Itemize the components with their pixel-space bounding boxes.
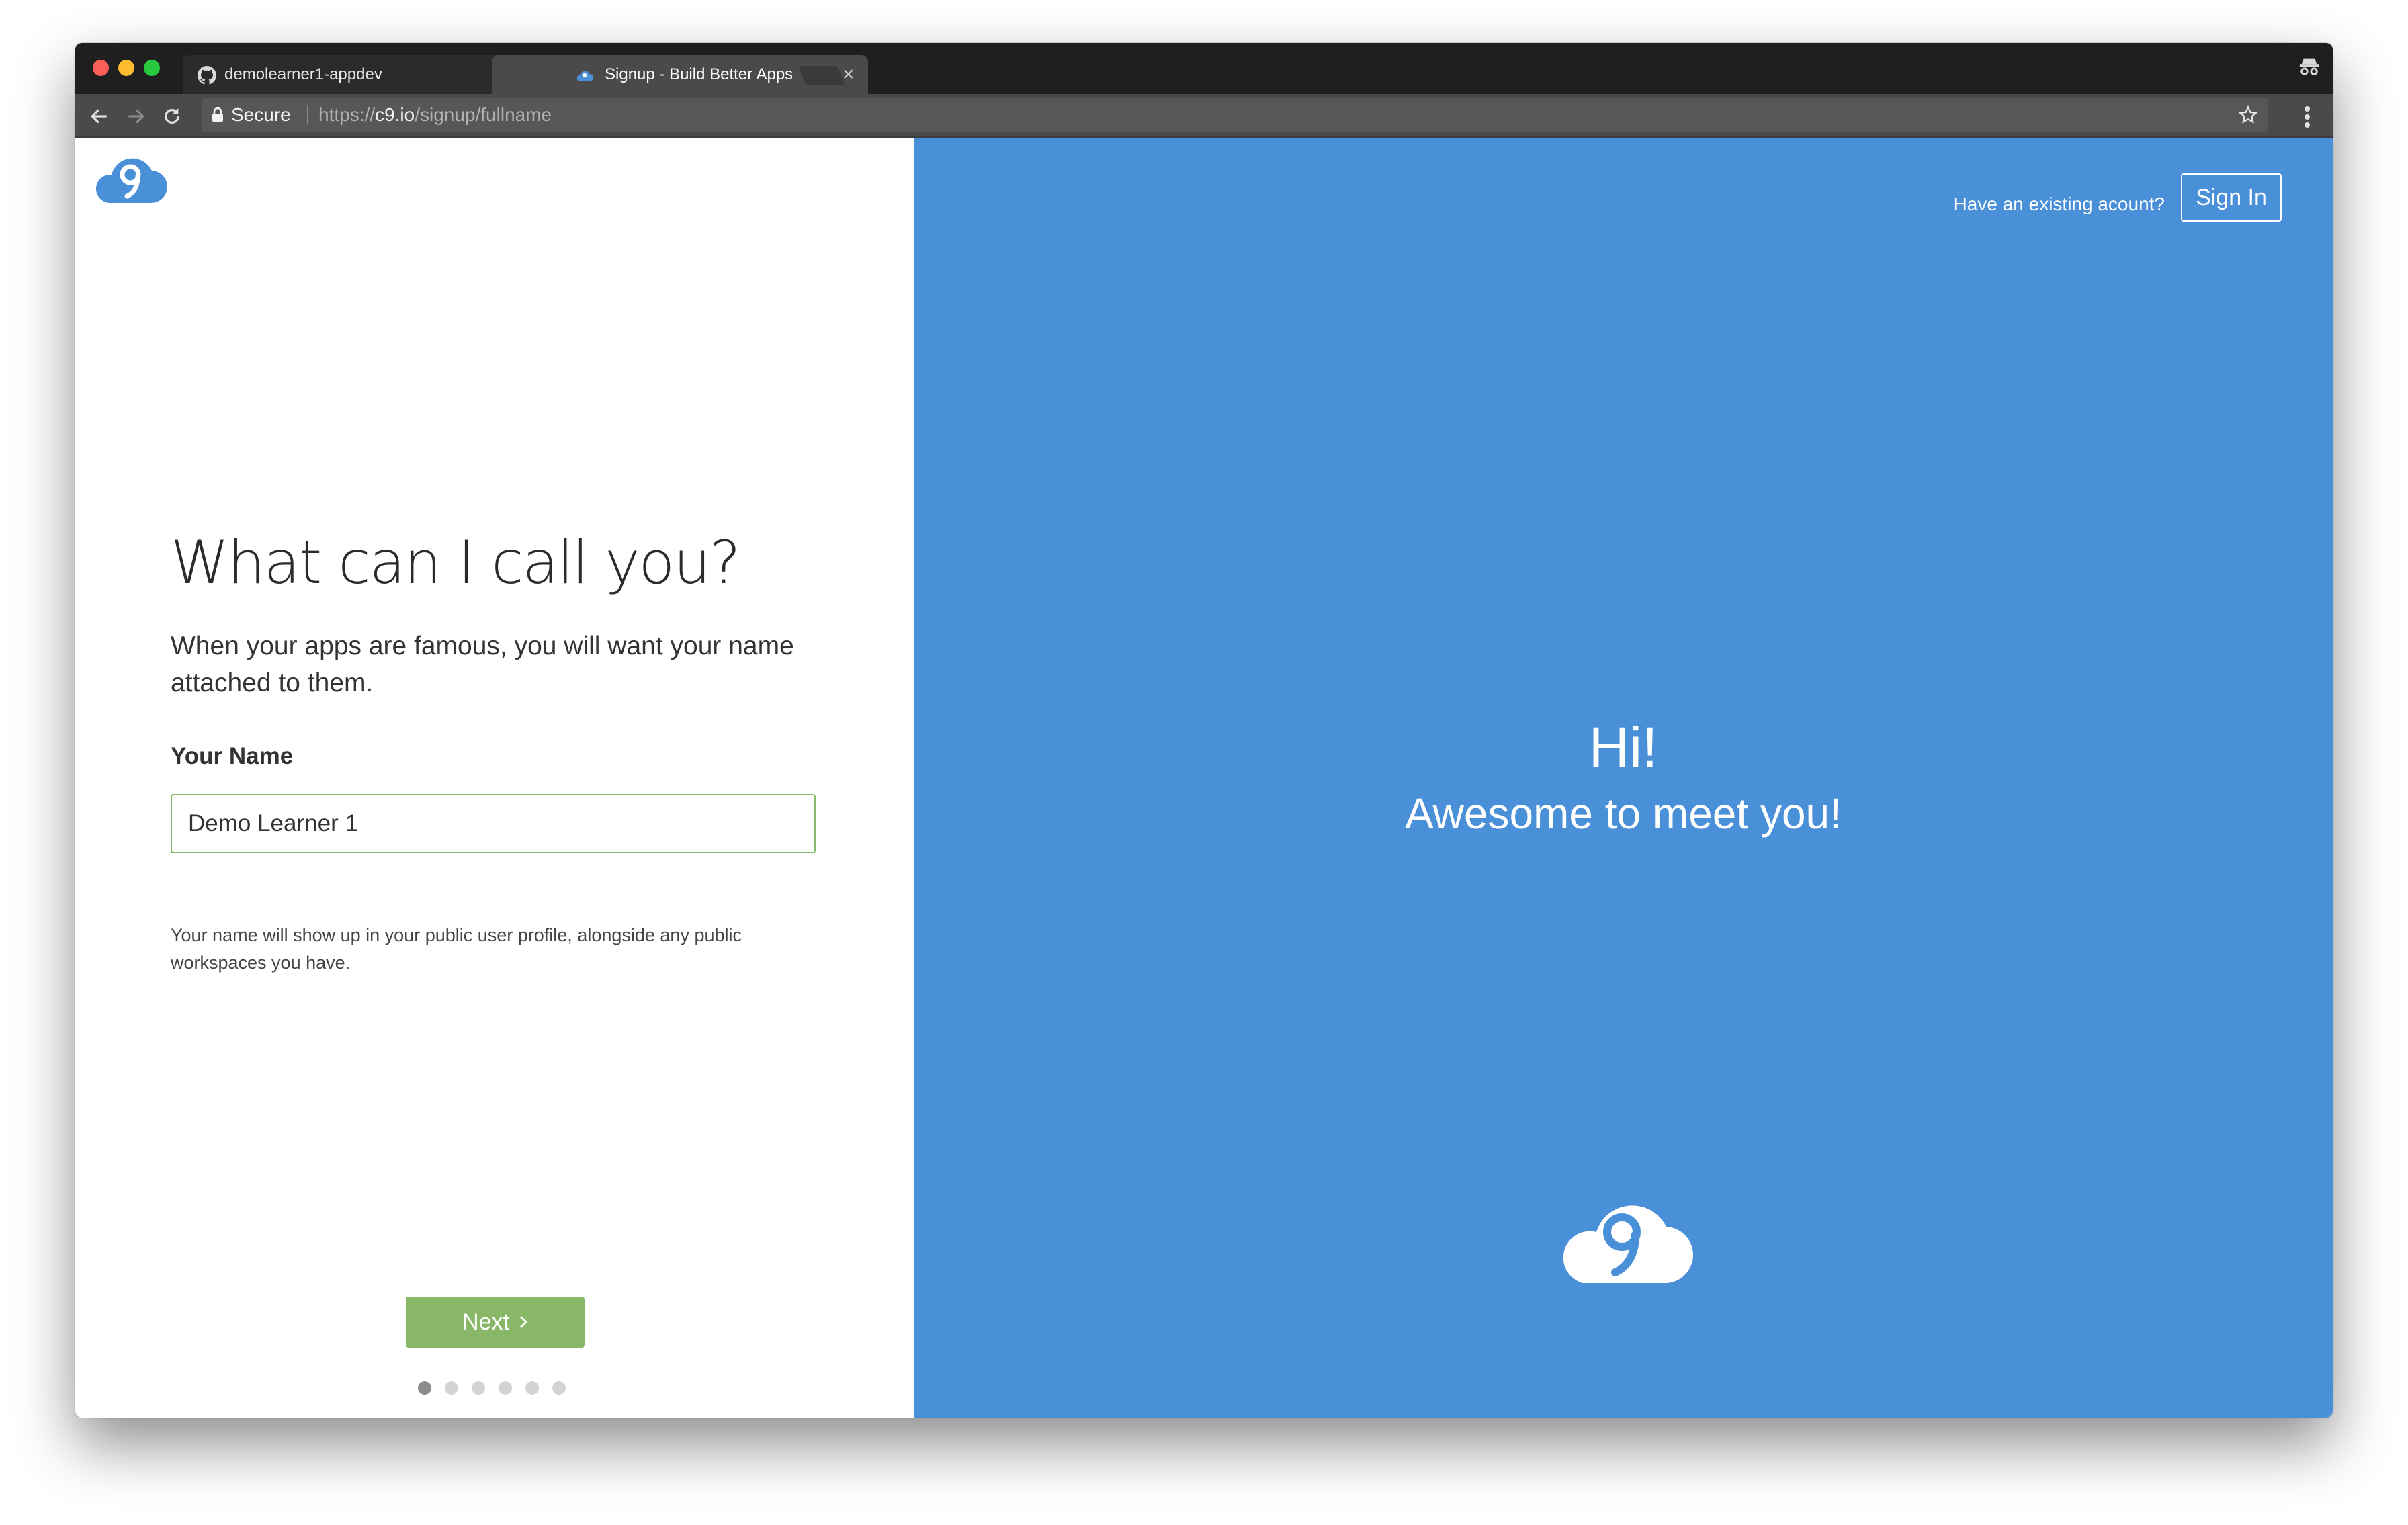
chevron-right-icon [519, 1309, 528, 1336]
cloud9-logo-white-icon [1563, 1205, 1694, 1284]
tab-title: Signup - Build Better Apps [605, 65, 793, 83]
close-window-button[interactable] [93, 60, 109, 76]
sign-in-button[interactable]: Sign In [2181, 173, 2282, 222]
new-tab-button[interactable] [798, 66, 845, 85]
address-separator [307, 105, 308, 124]
step-dot[interactable] [418, 1381, 431, 1395]
forward-icon[interactable] [125, 105, 146, 127]
minimize-window-button[interactable] [118, 60, 134, 76]
back-icon[interactable] [89, 105, 110, 127]
greeting-subheading: Awesome to meet you! [1405, 789, 1842, 838]
cloud9-icon [576, 71, 594, 81]
close-tab-icon[interactable]: × [843, 55, 855, 94]
tab-strip: demolearner1-appdev × Signup - Build Bet… [75, 43, 2333, 94]
page-content: What can I call you? When your apps are … [75, 138, 2333, 1418]
secure-label: Secure [231, 104, 291, 125]
incognito-icon [2299, 58, 2319, 75]
url-text[interactable]: https://c9.io/signup/fullname [318, 98, 552, 132]
name-field-label: Your Name [171, 743, 294, 769]
browser-menu-icon[interactable] [2303, 105, 2311, 129]
existing-account-text: Have an existing acount? [1953, 193, 2165, 214]
page-title: What can I call you? [171, 528, 741, 597]
greeting-heading: Hi! [1588, 715, 1658, 779]
tab-title: demolearner1-appdev [224, 65, 382, 83]
step-dot[interactable] [445, 1381, 458, 1395]
intro-text: When your apps are famous, you will want… [171, 631, 794, 697]
step-dot[interactable] [499, 1381, 512, 1395]
welcome-pane: Have an existing acount? Sign In Hi! Awe… [914, 138, 2333, 1418]
step-dot[interactable] [525, 1381, 539, 1395]
name-help-text: Your name will show up in your public us… [171, 925, 742, 973]
bookmark-star-icon[interactable] [2238, 105, 2258, 125]
browser-window: demolearner1-appdev × Signup - Build Bet… [75, 43, 2333, 1418]
address-bar[interactable]: Secure https://c9.io/signup/fullname [202, 98, 2268, 132]
github-icon [198, 66, 216, 85]
zoom-window-button[interactable] [144, 60, 160, 76]
reload-icon[interactable] [161, 105, 183, 127]
lock-icon [212, 107, 223, 122]
name-field[interactable] [171, 794, 816, 853]
step-dot[interactable] [472, 1381, 485, 1395]
step-dot[interactable] [552, 1381, 566, 1395]
signup-form-pane: What can I call you? When your apps are … [75, 138, 914, 1418]
cloud9-logo-icon[interactable] [90, 153, 169, 206]
browser-toolbar: Secure https://c9.io/signup/fullname [75, 94, 2333, 138]
next-button-label: Next [462, 1309, 509, 1335]
next-button[interactable]: Next [406, 1297, 585, 1348]
